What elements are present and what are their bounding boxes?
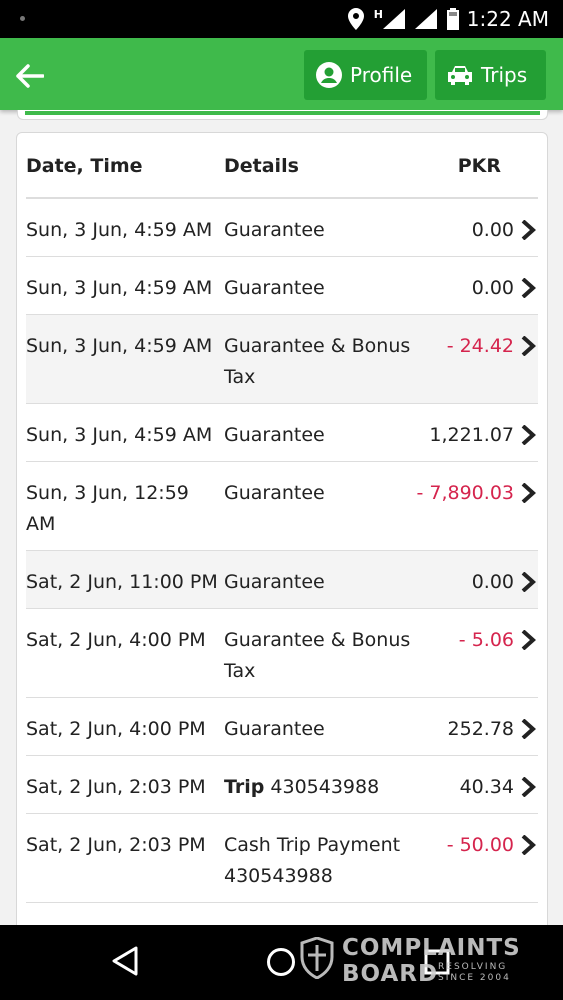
watermark-tagline: RESOLVING SINCE 2004 bbox=[438, 962, 511, 984]
row-details-text: 430543988 bbox=[264, 776, 380, 798]
system-navigation-bar: COMPLAINTS BOARD RESOLVING SINCE 2004 bbox=[0, 925, 563, 1000]
profile-button[interactable]: Profile bbox=[304, 50, 427, 100]
row-details-text: Guarantee bbox=[224, 571, 325, 593]
row-amount: - 50.00 bbox=[446, 834, 514, 856]
chevron-right-icon bbox=[521, 777, 536, 797]
row-amount: 0.00 bbox=[471, 219, 514, 241]
back-button[interactable] bbox=[12, 58, 48, 94]
trips-button-label: Trips bbox=[481, 63, 528, 87]
chevron-right-icon bbox=[521, 220, 536, 240]
row-details-text: Guarantee bbox=[224, 482, 325, 504]
row-amount: 0.00 bbox=[471, 571, 514, 593]
table-row[interactable]: Sat, 2 Jun, 2:03 PM Cash Trip Payment 43… bbox=[26, 814, 538, 903]
header-date: Date, Time bbox=[26, 155, 143, 177]
summary-card-bottom bbox=[17, 110, 548, 120]
table-row[interactable]: Sat, 2 Jun, 2:03 PM Trip 430543988 40.34 bbox=[26, 756, 538, 814]
row-details: Guarantee bbox=[224, 273, 424, 304]
row-amount: - 5.06 bbox=[458, 629, 514, 651]
row-date: Sun, 3 Jun, 4:59 AM bbox=[26, 424, 213, 446]
table-header: Date, Time Details PKR bbox=[26, 133, 538, 199]
summary-progress-line bbox=[25, 111, 540, 115]
status-time: 1:22 AM bbox=[466, 7, 549, 31]
row-details: Guarantee bbox=[224, 215, 424, 246]
row-details: Guarantee & Bonus Tax bbox=[224, 625, 424, 687]
signal-strength-icon bbox=[415, 9, 437, 29]
row-date: Sat, 2 Jun, 2:03 PM bbox=[26, 834, 206, 856]
chevron-right-icon bbox=[521, 572, 536, 592]
network-type-label: H bbox=[373, 7, 383, 21]
row-date: Sat, 2 Jun, 11:00 PM bbox=[26, 571, 218, 593]
table-row[interactable]: Sat, 2 Jun, 4:00 PM Guarantee & Bonus Ta… bbox=[26, 609, 538, 698]
back-arrow-icon bbox=[16, 64, 44, 88]
row-amount: 1,221.07 bbox=[429, 424, 514, 446]
chevron-right-icon bbox=[521, 483, 536, 503]
nav-back-icon[interactable] bbox=[110, 945, 140, 977]
row-details-text: Guarantee & Bonus Tax bbox=[224, 629, 411, 682]
signal-strength-icon bbox=[383, 9, 405, 29]
row-details-text: Guarantee bbox=[224, 219, 325, 241]
row-date: Sat, 2 Jun, 4:00 PM bbox=[26, 629, 206, 651]
table-row[interactable]: Sun, 3 Jun, 4:59 AM Guarantee 0.00 bbox=[26, 199, 538, 257]
chevron-right-icon bbox=[521, 835, 536, 855]
chevron-right-icon bbox=[521, 719, 536, 739]
watermark-line2: BOARD bbox=[342, 961, 439, 987]
row-date: Sun, 3 Jun, 4:59 AM bbox=[26, 277, 213, 299]
watermark-line1: COMPLAINTS bbox=[342, 935, 521, 961]
row-details: Guarantee & Bonus Tax bbox=[224, 331, 424, 393]
row-details-bold: Trip bbox=[224, 776, 265, 798]
row-details-text: Guarantee bbox=[224, 718, 325, 740]
transactions-table: Date, Time Details PKR Sun, 3 Jun, 4:59 … bbox=[26, 133, 538, 903]
table-row[interactable]: Sun, 3 Jun, 12:59 AM Guarantee - 7,890.0… bbox=[26, 462, 538, 551]
table-row[interactable]: Sun, 3 Jun, 4:59 AM Guarantee & Bonus Ta… bbox=[26, 315, 538, 404]
table-row[interactable]: Sat, 2 Jun, 4:00 PM Guarantee 252.78 bbox=[26, 698, 538, 756]
transactions-card: Date, Time Details PKR Sun, 3 Jun, 4:59 … bbox=[16, 132, 548, 925]
battery-icon bbox=[447, 8, 459, 30]
header-amount: PKR bbox=[457, 155, 501, 177]
row-details: Guarantee bbox=[224, 714, 424, 745]
row-amount: 40.34 bbox=[459, 776, 514, 798]
row-details: Guarantee bbox=[224, 567, 424, 598]
profile-button-label: Profile bbox=[350, 63, 413, 87]
shield-logo-icon bbox=[300, 937, 334, 979]
row-details-text: Guarantee bbox=[224, 424, 325, 446]
status-bar: H 1:22 AM bbox=[0, 0, 563, 38]
app-bar: Profile Trips bbox=[0, 38, 563, 110]
status-icons: H bbox=[347, 7, 459, 30]
content-area: Date, Time Details PKR Sun, 3 Jun, 4:59 … bbox=[0, 110, 563, 925]
chevron-right-icon bbox=[521, 630, 536, 650]
nav-home-icon[interactable] bbox=[266, 947, 296, 977]
row-details-text: Cash Trip Payment 430543988 bbox=[224, 834, 401, 887]
row-details-text: Guarantee & Bonus Tax bbox=[224, 335, 411, 388]
table-row[interactable]: Sat, 2 Jun, 11:00 PM Guarantee 0.00 bbox=[26, 551, 538, 609]
table-row[interactable]: Sun, 3 Jun, 4:59 AM Guarantee 0.00 bbox=[26, 257, 538, 315]
trips-button[interactable]: Trips bbox=[435, 50, 546, 100]
row-date: Sun, 3 Jun, 4:59 AM bbox=[26, 219, 213, 241]
row-details: Guarantee bbox=[224, 420, 424, 451]
taxi-icon bbox=[448, 66, 472, 85]
chevron-right-icon bbox=[521, 278, 536, 298]
row-amount: - 24.42 bbox=[446, 335, 514, 357]
watermark-tag2: SINCE 2004 bbox=[438, 973, 511, 983]
chevron-right-icon bbox=[521, 425, 536, 445]
row-details: Trip 430543988 bbox=[224, 772, 424, 803]
row-date: Sat, 2 Jun, 2:03 PM bbox=[26, 776, 206, 798]
row-details: Guarantee bbox=[224, 478, 424, 509]
row-date: Sun, 3 Jun, 4:59 AM bbox=[26, 335, 213, 357]
row-date: Sat, 2 Jun, 4:00 PM bbox=[26, 718, 206, 740]
row-details-text: Guarantee bbox=[224, 277, 325, 299]
row-details: Cash Trip Payment 430543988 bbox=[224, 830, 424, 892]
header-details: Details bbox=[224, 155, 299, 177]
chevron-right-icon bbox=[521, 336, 536, 356]
watermark-tag1: RESOLVING bbox=[438, 962, 508, 972]
user-circle-icon bbox=[316, 62, 342, 88]
row-date: Sun, 3 Jun, 12:59 AM bbox=[26, 482, 189, 535]
row-amount: 252.78 bbox=[447, 718, 514, 740]
row-amount: - 7,890.03 bbox=[416, 482, 514, 504]
table-row[interactable]: Sun, 3 Jun, 4:59 AM Guarantee 1,221.07 bbox=[26, 404, 538, 462]
location-pin-icon bbox=[347, 8, 364, 30]
notification-dot-icon bbox=[20, 16, 25, 21]
watermark: COMPLAINTS BOARD RESOLVING SINCE 2004 bbox=[300, 933, 530, 995]
row-amount: 0.00 bbox=[471, 277, 514, 299]
